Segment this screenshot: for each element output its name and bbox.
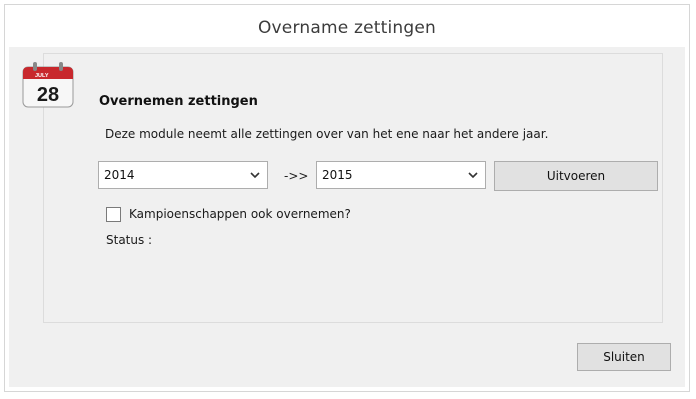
- chevron-down-icon: [468, 172, 478, 179]
- from-year-select[interactable]: 2014: [98, 161, 268, 189]
- calendar-day: 28: [37, 84, 59, 106]
- calendar-icon: JULY 28: [22, 62, 74, 108]
- championships-checkbox[interactable]: [106, 207, 121, 222]
- arrow-label: ->>: [284, 169, 309, 183]
- window-title: Overname zettingen: [257, 18, 437, 38]
- dialog-body: JULY 28 Overnemen zettingen Deze module …: [9, 47, 685, 387]
- status-label: Status :: [106, 233, 153, 247]
- championships-checkbox-label[interactable]: Kampioenschappen ook overnemen?: [129, 207, 351, 221]
- chevron-down-icon: [250, 172, 260, 179]
- section-heading: Overnemen zettingen: [99, 94, 258, 109]
- from-year-value: 2014: [104, 168, 135, 182]
- module-description: Deze module neemt alle zettingen over va…: [105, 127, 549, 141]
- to-year-value: 2015: [322, 168, 353, 182]
- to-year-select[interactable]: 2015: [316, 161, 486, 189]
- title-bar: Overname zettingen: [5, 5, 689, 47]
- close-button[interactable]: Sluiten: [577, 343, 671, 371]
- dialog-window: Overname zettingen JULY 28 Overnemen zet…: [4, 4, 690, 392]
- execute-button[interactable]: Uitvoeren: [494, 161, 658, 191]
- calendar-month: JULY: [35, 73, 49, 79]
